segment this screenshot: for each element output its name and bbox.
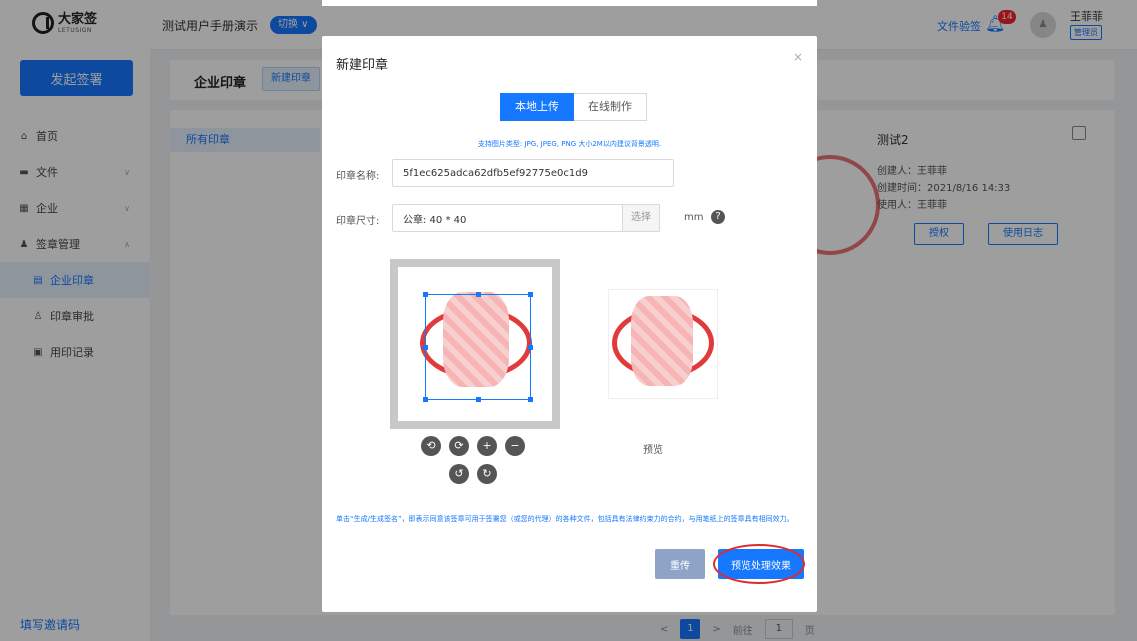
crop-handle[interactable] <box>423 345 428 350</box>
help-icon[interactable]: ? <box>711 210 725 224</box>
reupload-button[interactable]: 重传 <box>655 549 705 579</box>
crop-handle[interactable] <box>423 397 428 402</box>
upload-hint: 支持图片类型: JPG, JPEG, PNG 大小2M以内建议背景透明. <box>477 140 662 148</box>
seal-size-label: 印章尺寸: <box>336 216 380 227</box>
zoom-in-icon[interactable]: + <box>477 436 497 456</box>
undo-icon[interactable]: ↺ <box>449 464 469 484</box>
size-unit: mm <box>684 212 704 223</box>
seal-name-label: 印章名称: <box>336 171 380 182</box>
rotate-left-icon[interactable]: ⟲ <box>421 436 441 456</box>
stamp-preview <box>608 289 718 399</box>
modal-title: 新建印章 <box>336 58 389 73</box>
seal-size-input[interactable] <box>392 204 624 232</box>
upload-mode-toggle: 本地上传 在线制作 <box>500 93 647 121</box>
new-seal-modal: 新建印章 × 本地上传 在线制作 支持图片类型: JPG, JPEG, PNG … <box>322 36 817 612</box>
tab-online-make[interactable]: 在线制作 <box>574 93 647 121</box>
crop-handle[interactable] <box>476 292 481 297</box>
redo-icon[interactable]: ↻ <box>477 464 497 484</box>
crop-toolbar: ⟲ ⟳ + − ↺ ↻ <box>418 436 528 484</box>
crop-handle[interactable] <box>423 292 428 297</box>
rotate-right-icon[interactable]: ⟳ <box>449 436 469 456</box>
crop-box[interactable] <box>423 292 533 402</box>
legal-notice: 单击“生成/生成签名”，即表示同意该签章可用于签署您（或您的代理）的各种文件，包… <box>336 515 794 523</box>
crop-editor[interactable] <box>390 259 560 429</box>
preview-effect-button[interactable]: 预览处理效果 <box>718 549 804 579</box>
close-icon[interactable]: × <box>793 50 803 64</box>
select-size-button[interactable]: 选择 <box>622 204 660 232</box>
crop-handle[interactable] <box>528 397 533 402</box>
crop-handle[interactable] <box>528 345 533 350</box>
stamp-preview-blur <box>631 296 693 386</box>
zoom-out-icon[interactable]: − <box>505 436 525 456</box>
crop-handle[interactable] <box>476 397 481 402</box>
seal-name-input[interactable] <box>392 159 674 187</box>
preview-label: 预览 <box>643 445 663 456</box>
crop-handle[interactable] <box>528 292 533 297</box>
overlay-strip <box>322 0 817 6</box>
tab-local-upload[interactable]: 本地上传 <box>500 93 574 121</box>
